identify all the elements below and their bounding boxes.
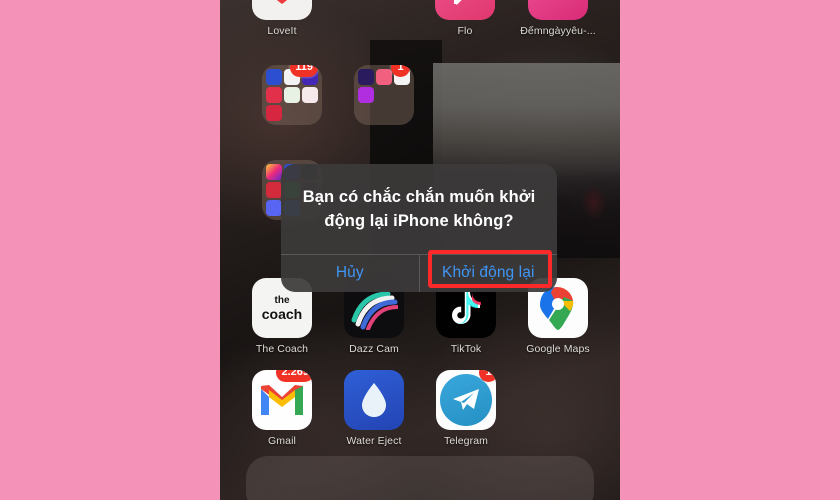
mini-app-icon — [266, 164, 282, 180]
badge-count: 2.269 — [276, 370, 312, 382]
app-label: Dazz Cam — [349, 343, 399, 355]
dialog-actions: Hủy Khởi động lại — [281, 253, 558, 292]
app-dem-ngay-yeu[interactable]: 365 Đếmngàyyêu-... — [508, 0, 608, 37]
mini-app-icon — [266, 200, 282, 216]
folder-icon: 1 — [354, 65, 414, 125]
app-label: TikTok — [450, 343, 482, 355]
badge-count: 119 — [290, 65, 318, 77]
mini-app-icon — [358, 69, 374, 85]
dock — [246, 456, 594, 500]
app-label: Đếmngàyyêu-... — [520, 25, 596, 37]
mini-app-icon — [358, 87, 374, 103]
telegram-circle — [440, 374, 492, 426]
mini-app-icon — [302, 87, 318, 103]
mini-app-slot-empty — [358, 105, 374, 121]
365-counter-icon: 365 — [528, 0, 588, 20]
folder-icon: 119 — [262, 65, 322, 125]
app-flo[interactable]: Flo — [415, 0, 515, 37]
mini-app-icon — [266, 182, 282, 198]
app-loveit[interactable]: LoveIt — [232, 0, 332, 37]
app-label: Flo — [457, 25, 473, 37]
app-label: Water Eject — [346, 435, 402, 447]
telegram-icon: 1 — [436, 370, 496, 430]
feather-icon — [435, 0, 495, 20]
mini-app-slot-empty — [376, 105, 392, 121]
dialog-title: Bạn có chắc chắn muốn khởi động lại iPho… — [301, 186, 537, 234]
app-gmail[interactable]: 2.269 Gmail — [232, 370, 332, 447]
app-water-eject[interactable]: Water Eject — [324, 370, 424, 447]
folder-creative[interactable]: 1 — [334, 65, 434, 130]
folder-productivity[interactable]: 119 — [242, 65, 342, 130]
heart-icon — [252, 0, 312, 20]
mini-app-slot-empty — [376, 87, 392, 103]
phone-screenshot: LoveIt Flo 365 Đếmngàyyêu-... 119 — [220, 0, 620, 500]
mini-app-icon — [284, 87, 300, 103]
mini-app-slot-empty — [394, 87, 410, 103]
mini-app-slot-empty — [394, 105, 410, 121]
mini-app-icon — [266, 105, 282, 121]
gmail-icon: 2.269 — [252, 370, 312, 430]
app-label: Telegram — [444, 435, 488, 447]
mini-app-icon — [266, 87, 282, 103]
dialog-title-line-1: Bạn có chắc chắn muốn khởi — [302, 188, 536, 206]
dialog-body: Bạn có chắc chắn muốn khởi động lại iPho… — [281, 164, 557, 254]
water-drop-icon — [344, 370, 404, 430]
mini-app-slot-empty — [302, 105, 318, 121]
mini-app-icon — [376, 69, 392, 85]
mini-app-slot-empty — [284, 105, 300, 121]
confirm-button[interactable]: Khởi động lại — [420, 255, 558, 292]
app-label: The Coach — [255, 343, 309, 355]
app-label: Google Maps — [526, 343, 590, 355]
dialog-title-line-2: động lại iPhone không? — [324, 211, 514, 230]
app-label: Gmail — [268, 435, 296, 447]
the-coach-icon-line2: coach — [261, 305, 303, 322]
cancel-button[interactable]: Hủy — [281, 254, 420, 292]
the-coach-icon-line1: the — [274, 294, 290, 306]
app-label: LoveIt — [267, 25, 297, 37]
restart-confirm-dialog: Bạn có chắc chắn muốn khởi động lại iPho… — [281, 164, 557, 292]
widget-365-text: 365 — [543, 0, 573, 1]
app-telegram[interactable]: 1 Telegram — [416, 370, 516, 447]
mini-app-icon — [266, 69, 282, 85]
